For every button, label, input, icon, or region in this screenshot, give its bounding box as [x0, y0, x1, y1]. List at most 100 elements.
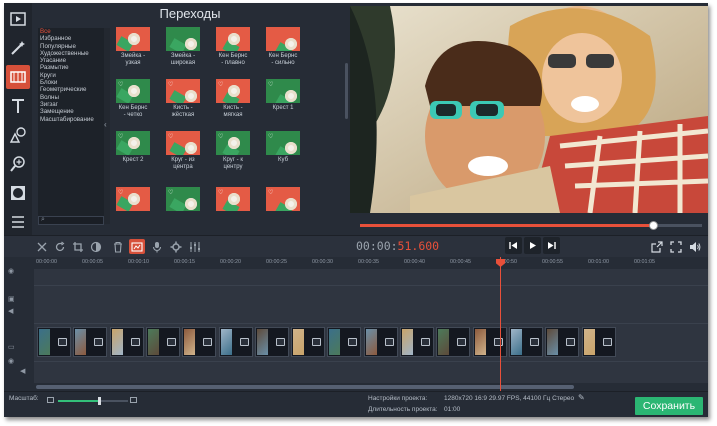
zoom-out-icon[interactable] [47, 397, 54, 403]
media-import-icon[interactable] [6, 7, 30, 31]
transition-marker-icon[interactable] [58, 338, 67, 346]
cut-icon[interactable] [34, 239, 50, 254]
transition-tile[interactable]: Змейка - широкая [166, 27, 200, 67]
transition-marker-icon[interactable] [348, 338, 358, 346]
video-clip[interactable] [400, 327, 434, 357]
video-clip[interactable] [291, 327, 326, 357]
more-tools-icon[interactable] [6, 210, 30, 234]
transition-tile[interactable]: ♡ [216, 187, 250, 211]
transition-tile[interactable]: ♡ Круг - к центру [216, 131, 250, 171]
video-clip[interactable] [254, 327, 289, 357]
transition-tile[interactable]: ♡ Крест 1 [266, 79, 300, 112]
timeline-scrollbar[interactable] [36, 385, 574, 389]
transition-tile[interactable]: ♡ Круг - из центра [166, 131, 200, 171]
favorite-icon[interactable]: ♡ [168, 81, 173, 88]
category-item[interactable]: Все [38, 28, 104, 35]
transition-marker-icon[interactable] [602, 338, 612, 346]
save-button[interactable]: Сохранить [635, 397, 703, 415]
transition-tile[interactable]: ♡ Крест 2 [116, 131, 150, 164]
edit-settings-icon[interactable]: ✎ [578, 393, 585, 402]
transition-tile[interactable]: ♡ [166, 187, 200, 211]
timeline-ruler[interactable]: 00:00:00 00:00:05 00:00:10 00:00:15 00:00:20… [34, 257, 708, 269]
media-clip-icon[interactable] [129, 239, 145, 254]
video-clip[interactable] [73, 327, 108, 357]
transitions-icon[interactable] [6, 65, 30, 89]
category-item[interactable]: Популярные [38, 43, 104, 50]
transition-tile[interactable]: ♡ [266, 187, 300, 211]
video-clip[interactable] [472, 327, 507, 357]
transition-marker-icon[interactable] [529, 338, 539, 346]
category-search-input[interactable]: ⌕ [38, 216, 104, 225]
transition-marker-icon[interactable] [312, 338, 322, 346]
favorite-icon[interactable]: ♡ [218, 189, 223, 196]
transition-marker-icon[interactable] [275, 338, 285, 346]
seek-handle[interactable] [649, 221, 658, 230]
timeline-tracks[interactable] [34, 269, 708, 383]
category-item[interactable]: Размытие [38, 64, 104, 71]
video-clip[interactable] [508, 327, 543, 357]
favorite-icon[interactable]: ♡ [268, 81, 273, 88]
category-item[interactable]: Замещение [38, 108, 104, 115]
delete-icon[interactable] [110, 239, 126, 254]
transition-tile[interactable]: Кен Бернс - плавно [216, 27, 250, 67]
video-clip[interactable] [545, 327, 580, 357]
transition-tile[interactable]: ♡ Кисть - жёсткая [166, 79, 200, 119]
vignette-icon[interactable] [6, 181, 30, 205]
panel-scrollbar[interactable] [345, 63, 348, 119]
export-frame-icon[interactable] [649, 239, 665, 254]
transition-marker-icon[interactable] [457, 338, 467, 346]
category-item[interactable]: Круги [38, 72, 104, 79]
transition-marker-icon[interactable] [384, 338, 394, 346]
favorite-icon[interactable]: ♡ [268, 189, 273, 196]
stickers-icon[interactable] [6, 123, 30, 147]
favorite-icon[interactable]: ♡ [118, 133, 123, 140]
favorite-icon[interactable]: ♡ [118, 189, 123, 196]
video-clip[interactable] [182, 327, 217, 357]
transition-tile[interactable]: ♡ Куб [266, 131, 300, 164]
category-item[interactable]: Масштабирование [38, 116, 104, 123]
video-track-icon[interactable]: ▭ [8, 343, 15, 351]
favorite-icon[interactable]: ♡ [268, 133, 273, 140]
category-item[interactable]: Избранное [38, 35, 104, 42]
video-clip[interactable] [436, 327, 471, 357]
favorite-icon[interactable]: ♡ [168, 133, 173, 140]
play-button[interactable] [524, 237, 541, 254]
video-track-volume-icon[interactable]: ◀ [20, 367, 25, 375]
transition-marker-icon[interactable] [239, 338, 249, 346]
category-item[interactable]: Угасание [38, 57, 104, 64]
gear-icon[interactable] [168, 239, 184, 254]
zoom-icon[interactable] [6, 152, 30, 176]
transition-marker-icon[interactable] [421, 338, 430, 346]
video-clip[interactable] [327, 327, 362, 357]
overlay-track-icon[interactable]: ▣ [8, 295, 15, 303]
transition-tile[interactable]: ♡ [116, 187, 150, 211]
video-clip[interactable] [145, 327, 180, 357]
crop-icon[interactable] [70, 239, 86, 254]
eye-icon[interactable]: ◉ [8, 357, 14, 365]
transition-marker-icon[interactable] [566, 338, 576, 346]
zoom-slider-handle[interactable] [98, 397, 101, 405]
favorite-icon[interactable]: ♡ [168, 189, 173, 196]
transition-tile[interactable]: Кен Бернс - сильно [266, 27, 300, 67]
titles-icon[interactable] [6, 94, 30, 118]
transition-tile[interactable]: Змейка - узкая [116, 27, 150, 67]
video-clip[interactable] [581, 327, 616, 357]
transition-marker-icon[interactable] [493, 338, 503, 346]
volume-icon[interactable] [687, 239, 703, 254]
favorite-icon[interactable]: ♡ [218, 81, 223, 88]
previous-button[interactable] [505, 237, 522, 254]
video-clip[interactable] [218, 327, 253, 357]
video-clip[interactable] [363, 327, 398, 357]
video-clip[interactable] [109, 327, 144, 357]
favorite-icon[interactable]: ♡ [218, 133, 223, 140]
eye-icon[interactable]: ◉ [8, 267, 14, 275]
category-item[interactable]: Волны [38, 94, 104, 101]
transition-marker-icon[interactable] [130, 338, 140, 346]
category-item[interactable]: Геометрические [38, 86, 104, 93]
video-clip[interactable] [37, 327, 71, 357]
zoom-in-icon[interactable] [130, 397, 137, 403]
transition-tile[interactable]: ♡ Кисть - мягкая [216, 79, 250, 119]
transition-marker-icon[interactable] [203, 338, 213, 346]
transition-marker-icon[interactable] [94, 338, 104, 346]
category-item[interactable]: Блоки [38, 79, 104, 86]
